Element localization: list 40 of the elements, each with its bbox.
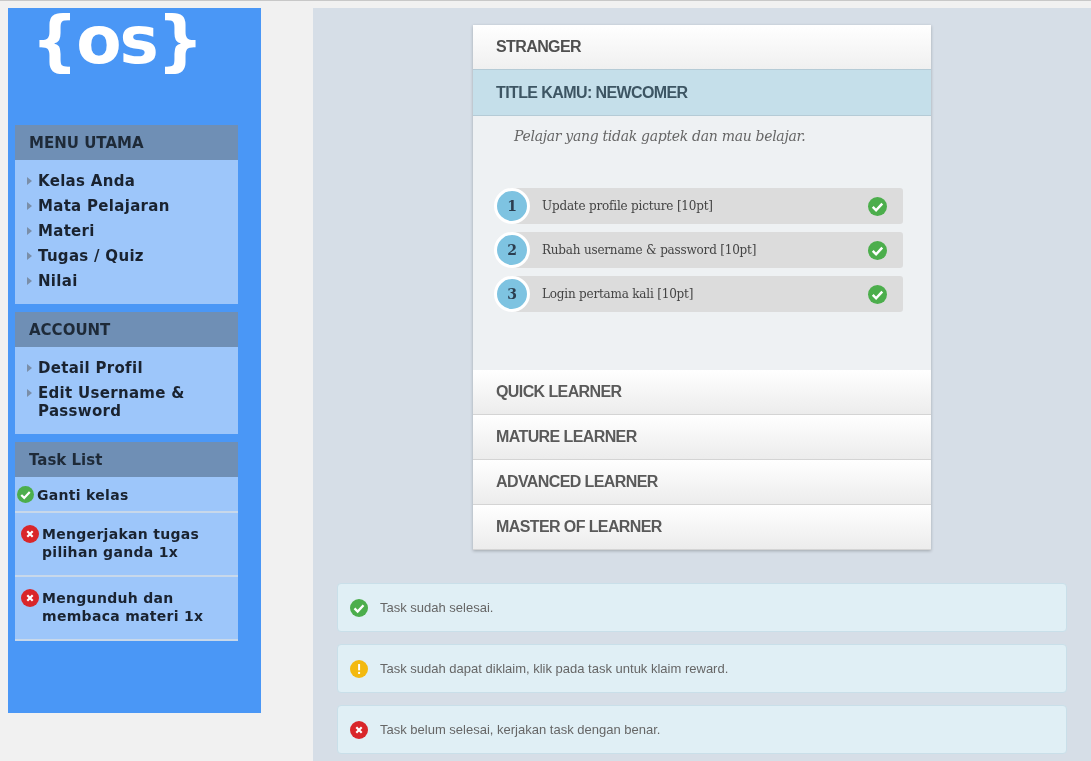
accordion-header[interactable]: MASTER OF LEARNER xyxy=(473,505,931,550)
section-header: ACCOUNT xyxy=(15,312,238,347)
alert-text: Task belum selesai, kerjakan task dengan benar. xyxy=(380,722,661,737)
step-number: 2 xyxy=(494,232,530,268)
triangle-icon xyxy=(27,202,32,210)
menu-link[interactable]: Materi xyxy=(27,222,238,240)
menu-link[interactable]: Kelas Anda xyxy=(27,172,238,190)
task-item[interactable]: Ganti kelas xyxy=(15,477,238,513)
triangle-icon xyxy=(27,364,32,372)
menu-link[interactable]: Tugas / Quiz xyxy=(27,247,238,265)
alert-text: Task sudah selesai. xyxy=(380,600,494,615)
menu-link[interactable]: Edit Username & Password xyxy=(27,384,238,420)
accordion-header[interactable]: QUICK LEARNER xyxy=(473,370,931,415)
section-header: Task List xyxy=(15,442,238,477)
description: Pelajar yang tidak gaptek dan mau belajar. xyxy=(513,128,807,144)
step-number: 3 xyxy=(494,276,530,312)
triangle-icon xyxy=(27,227,32,235)
step-label: Login pertama kali [10pt] xyxy=(542,287,695,301)
logo: {os} xyxy=(30,8,203,81)
accordion-header[interactable]: MATURE LEARNER xyxy=(473,415,931,460)
cross-icon xyxy=(350,720,368,739)
task-item[interactable]: Mengerjakan tugas pilihan ganda 1x xyxy=(15,513,238,577)
section-header: MENU UTAMA xyxy=(15,125,238,160)
menu-link[interactable]: Nilai xyxy=(27,272,238,290)
menu-link[interactable]: Mata Pelajaran xyxy=(27,197,238,215)
panel-heading: TITLE KAMU: NEWCOMER xyxy=(473,70,931,116)
triangle-icon xyxy=(27,177,32,185)
menu-link[interactable]: Detail Profil xyxy=(27,359,238,377)
accordion-header[interactable]: ADVANCED LEARNER xyxy=(473,460,931,505)
task-item[interactable]: Mengunduh dan membaca materi 1x xyxy=(15,577,238,641)
step-number: 1 xyxy=(494,188,530,224)
alert-text: Task sudah dapat diklaim, klik pada task untuk klaim reward. xyxy=(380,661,729,676)
step-label: Rubah username & password [10pt] xyxy=(542,243,758,257)
step-label: Update profile picture [10pt] xyxy=(542,199,714,213)
exclamation-icon xyxy=(350,659,368,678)
triangle-icon xyxy=(27,389,32,397)
accordion-header[interactable]: STRANGER xyxy=(473,25,931,70)
triangle-icon xyxy=(27,252,32,260)
check-icon xyxy=(350,598,368,617)
triangle-icon xyxy=(27,277,32,285)
